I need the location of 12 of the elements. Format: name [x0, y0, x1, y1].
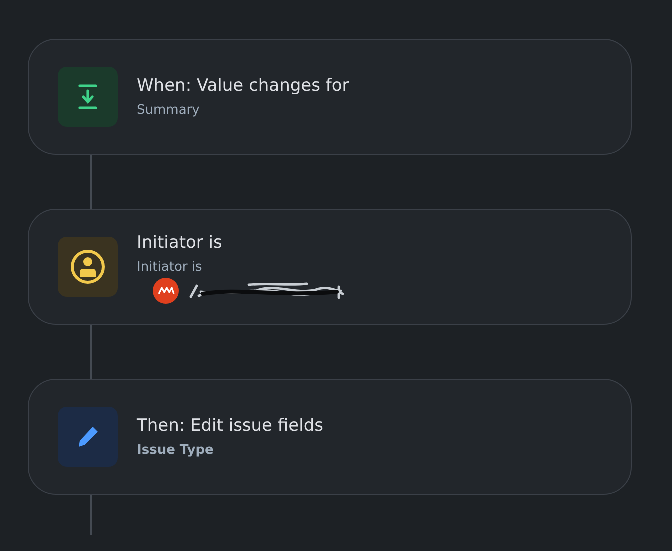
user-icon	[70, 249, 106, 285]
step-title: Initiator is	[137, 232, 224, 255]
avatar-icon	[153, 278, 179, 304]
step-subtitle: Issue Type	[137, 442, 215, 460]
rule-step-card[interactable]: Initiator is Initiator is	[28, 209, 632, 325]
rule-step-card[interactable]: Then: Edit issue fields Issue Type	[28, 379, 632, 495]
step-subtitle: Initiator is	[137, 259, 204, 277]
step-title: Then: Edit issue fields	[137, 415, 324, 438]
step-subtitle: Summary	[137, 102, 201, 120]
download-icon	[76, 84, 100, 110]
rule-step-card[interactable]: When: Value changes for Summary	[28, 39, 632, 155]
step-title: When: Value changes for	[137, 75, 350, 98]
